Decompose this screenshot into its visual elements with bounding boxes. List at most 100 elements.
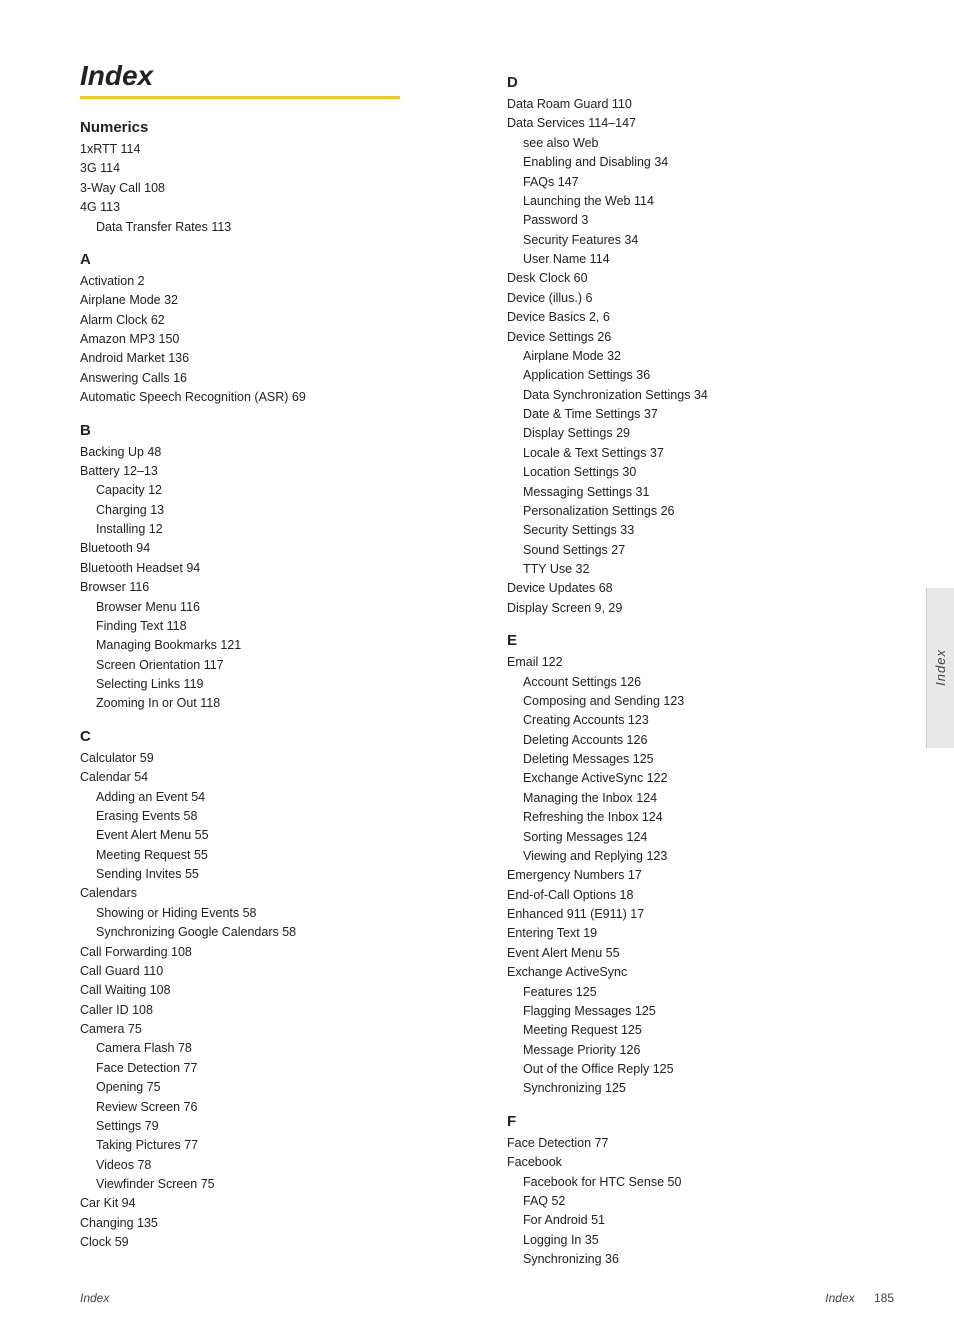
index-entry: Data Services 114–147 (507, 114, 894, 133)
index-entry: Screen Orientation 117 (80, 656, 467, 675)
index-entry: Deleting Messages 125 (507, 750, 894, 769)
section-letter: F (507, 1113, 894, 1130)
index-entry: Creating Accounts 123 (507, 711, 894, 730)
index-entry: Features 125 (507, 983, 894, 1002)
index-entry: Android Market 136 (80, 349, 467, 368)
index-entry: Erasing Events 58 (80, 807, 467, 826)
index-entry: Exchange ActiveSync (507, 963, 894, 982)
index-entry: Event Alert Menu 55 (80, 826, 467, 845)
index-section: Numerics1xRTT 1143G 1143-Way Call 1084G … (80, 119, 467, 237)
footer-label: Index (80, 1291, 109, 1305)
index-entry: Email 122 (507, 653, 894, 672)
index-entry: Viewing and Replying 123 (507, 847, 894, 866)
index-entry: Event Alert Menu 55 (507, 944, 894, 963)
index-entry: Alarm Clock 62 (80, 311, 467, 330)
index-entry: Review Screen 76 (80, 1098, 467, 1117)
section-letter: A (80, 251, 467, 268)
index-entry: Car Kit 94 (80, 1194, 467, 1213)
index-entry: Device Updates 68 (507, 579, 894, 598)
title-underline (80, 96, 400, 99)
index-section: AActivation 2Airplane Mode 32Alarm Clock… (80, 251, 467, 408)
index-entry: Call Forwarding 108 (80, 943, 467, 962)
page: Index Numerics1xRTT 1143G 1143-Way Call … (0, 0, 954, 1335)
index-entry: Locale & Text Settings 37 (507, 444, 894, 463)
index-entry: Backing Up 48 (80, 443, 467, 462)
index-entry: Bluetooth 94 (80, 539, 467, 558)
index-entry: Sorting Messages 124 (507, 828, 894, 847)
index-entry: Amazon MP3 150 (80, 330, 467, 349)
index-entry: Date & Time Settings 37 (507, 405, 894, 424)
index-entry: Logging In 35 (507, 1231, 894, 1250)
index-entry: Settings 79 (80, 1117, 467, 1136)
section-letter: D (507, 74, 894, 91)
index-entry: Synchronizing 36 (507, 1250, 894, 1269)
index-entry: Facebook (507, 1153, 894, 1172)
index-entry: Account Settings 126 (507, 673, 894, 692)
index-entry: Managing Bookmarks 121 (80, 636, 467, 655)
index-entry: TTY Use 32 (507, 560, 894, 579)
index-entry: Flagging Messages 125 (507, 1002, 894, 1021)
index-entry: Face Detection 77 (507, 1134, 894, 1153)
index-entry: Desk Clock 60 (507, 269, 894, 288)
index-entry: Browser 116 (80, 578, 467, 597)
index-entry: Showing or Hiding Events 58 (80, 904, 467, 923)
index-entry: Composing and Sending 123 (507, 692, 894, 711)
index-entry: Finding Text 118 (80, 617, 467, 636)
index-entry: Browser Menu 116 (80, 598, 467, 617)
index-entry: Sending Invites 55 (80, 865, 467, 884)
index-entry: Synchronizing Google Calendars 58 (80, 923, 467, 942)
index-entry: Selecting Links 119 (80, 675, 467, 694)
index-entry: 4G 113 (80, 198, 467, 217)
index-section: F Face Detection 77FacebookFacebook for H… (507, 1113, 894, 1270)
index-entry: Security Settings 33 (507, 521, 894, 540)
index-entry: Automatic Speech Recognition (ASR) 69 (80, 388, 467, 407)
index-entry: Calendar 54 (80, 768, 467, 787)
index-entry: Password 3 (507, 211, 894, 230)
index-entry: Message Priority 126 (507, 1041, 894, 1060)
index-entry: Location Settings 30 (507, 463, 894, 482)
index-entry: Meeting Request 125 (507, 1021, 894, 1040)
section-letter: C (80, 728, 467, 745)
index-entry: Refreshing the Inbox 124 (507, 808, 894, 827)
index-entry: Enabling and Disabling 34 (507, 153, 894, 172)
index-entry: Facebook for HTC Sense 50 (507, 1173, 894, 1192)
index-entry: Bluetooth Headset 94 (80, 559, 467, 578)
index-entry: Display Screen 9, 29 (507, 599, 894, 618)
index-entry: Device Basics 2, 6 (507, 308, 894, 327)
index-entry: Enhanced 911 (E911) 17 (507, 905, 894, 924)
index-entry: see also Web (507, 134, 894, 153)
section-letter: B (80, 422, 467, 439)
side-tab: Index (926, 588, 954, 748)
index-entry: Display Settings 29 (507, 424, 894, 443)
index-entry: Videos 78 (80, 1156, 467, 1175)
page-title: Index (80, 60, 467, 92)
index-section: CCalculator 59Calendar 54Adding an Event… (80, 728, 467, 1253)
index-entry: Clock 59 (80, 1233, 467, 1252)
index-entry: Airplane Mode 32 (507, 347, 894, 366)
index-entry: Zooming In or Out 118 (80, 694, 467, 713)
index-entry: Battery 12–13 (80, 462, 467, 481)
index-entry: User Name 114 (507, 250, 894, 269)
index-entry: FAQs 147 (507, 173, 894, 192)
index-entry: Face Detection 77 (80, 1059, 467, 1078)
index-entry: Synchronizing 125 (507, 1079, 894, 1098)
index-entry: Capacity 12 (80, 481, 467, 500)
footer-page-number: 185 (874, 1291, 894, 1305)
right-sections: DData Roam Guard 110Data Services 114–14… (507, 74, 894, 1269)
index-entry: Camera 75 (80, 1020, 467, 1039)
index-entry: Activation 2 (80, 272, 467, 291)
index-entry: Device (illus.) 6 (507, 289, 894, 308)
index-entry: Application Settings 36 (507, 366, 894, 385)
left-sections: Numerics1xRTT 1143G 1143-Way Call 1084G … (80, 119, 467, 1253)
index-entry: Launching the Web 114 (507, 192, 894, 211)
index-entry: 1xRTT 114 (80, 140, 467, 159)
index-entry: Camera Flash 78 (80, 1039, 467, 1058)
index-entry: Managing the Inbox 124 (507, 789, 894, 808)
index-entry: Calendars (80, 884, 467, 903)
index-entry: Sound Settings 27 (507, 541, 894, 560)
index-entry: Device Settings 26 (507, 328, 894, 347)
index-entry: Messaging Settings 31 (507, 483, 894, 502)
index-entry: 3G 114 (80, 159, 467, 178)
index-entry: Call Waiting 108 (80, 981, 467, 1000)
index-entry: Calculator 59 (80, 749, 467, 768)
